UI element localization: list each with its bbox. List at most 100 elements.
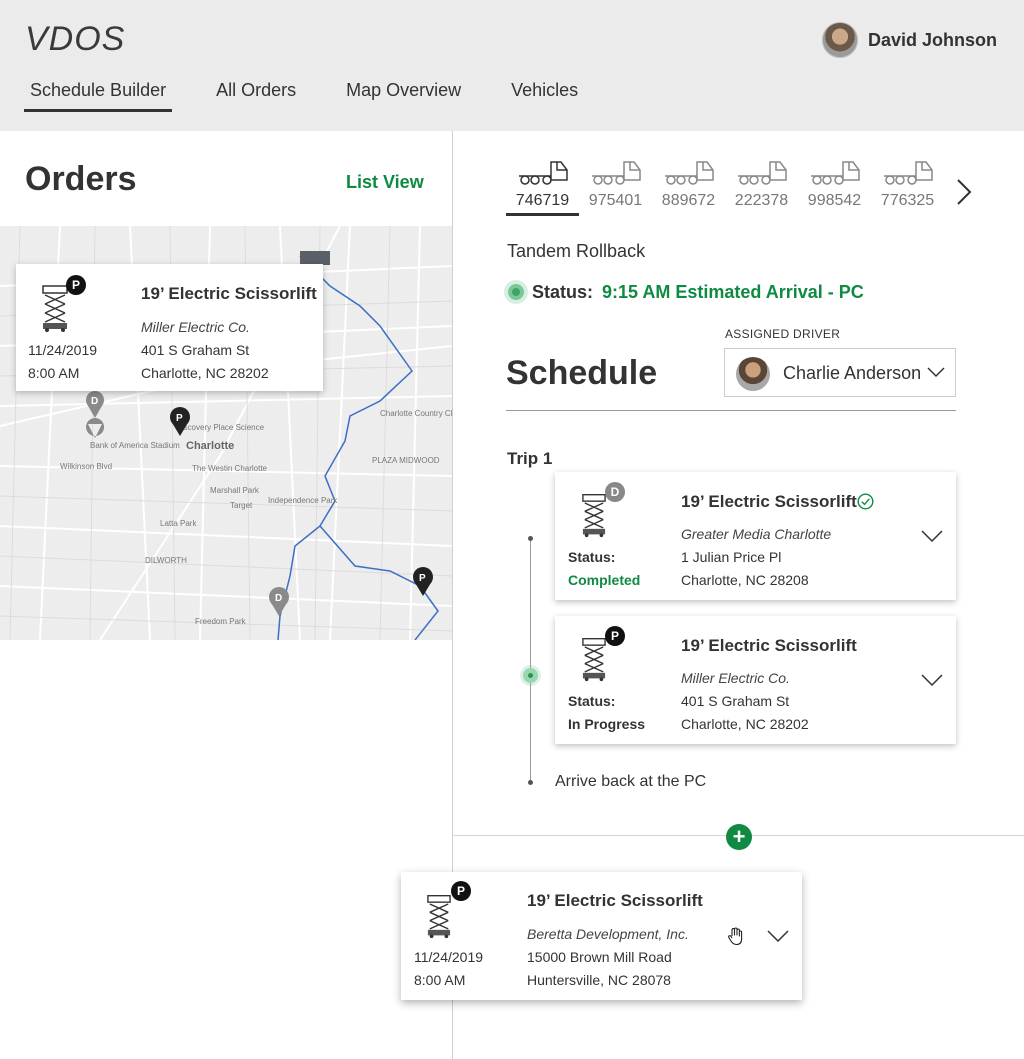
vehicle-tab[interactable]: 998542: [798, 158, 871, 216]
map-label-charlotte: Charlotte: [186, 440, 234, 452]
order-time: 8:00 AM: [28, 365, 80, 381]
schedule-stop-card[interactable]: P 19’ Electric Scissorlift Miller Electr…: [555, 616, 956, 744]
arrive-back-label: Arrive back at the PC: [555, 773, 707, 790]
driver-name: Charlie Anderson: [783, 363, 922, 383]
order-address1: 401 S Graham St: [141, 342, 250, 358]
scissorlift-icon: [42, 285, 68, 332]
chevron-down-icon: [927, 367, 945, 378]
chevron-right-icon[interactable]: [954, 178, 974, 206]
timeline-dot: [528, 536, 533, 541]
truck-icon: [591, 161, 641, 185]
order-address1: 15000 Brown Mill Road: [527, 949, 672, 965]
map-label-discovery: Discovery Place Science: [176, 423, 265, 432]
tab-map-overview[interactable]: Map Overview: [340, 80, 467, 112]
stop-status-label: Status:: [568, 693, 616, 709]
check-circle-icon: [857, 493, 874, 510]
map-label-stadium: Bank of America Stadium: [90, 441, 180, 450]
stop-address2: Charlotte, NC 28208: [681, 572, 809, 588]
vehicle-tab[interactable]: 889672: [652, 158, 725, 216]
vehicle-id: 222378: [734, 192, 789, 209]
svg-text:P: P: [176, 413, 183, 424]
order-company: Beretta Development, Inc.: [527, 926, 689, 942]
vehicle-tab[interactable]: 975401: [579, 158, 652, 216]
order-date: 11/24/2019: [414, 949, 484, 965]
stop-company: Miller Electric Co.: [681, 670, 790, 686]
stop-title: 19’ Electric Scissorlift: [681, 636, 857, 655]
order-title: 19’ Electric Scissorlift: [141, 284, 317, 303]
driver-avatar: [736, 357, 770, 391]
status-indicator-icon: [508, 284, 524, 300]
stop-status-value: In Progress: [568, 716, 646, 732]
trip-label: Trip 1: [507, 449, 553, 468]
list-view-link[interactable]: List View: [346, 172, 424, 193]
vehicle-status-label: Status:: [532, 282, 594, 302]
pickup-badge: P: [451, 881, 471, 901]
tab-all-orders[interactable]: All Orders: [210, 80, 302, 112]
vehicle-tab[interactable]: 746719: [506, 158, 579, 216]
truck-icon: [518, 161, 568, 185]
timeline-active-icon: [523, 668, 538, 683]
vehicle-id: 889672: [661, 192, 716, 209]
schedule-divider: [506, 410, 956, 411]
user-avatar[interactable]: [821, 22, 858, 58]
vehicle-selector: 746719 975401 889672 222378 998542 77632…: [506, 158, 944, 216]
pickup-badge: P: [66, 275, 86, 295]
chevron-down-icon[interactable]: [921, 530, 943, 542]
driver-select[interactable]: Charlie Anderson: [724, 348, 956, 397]
vehicle-id: 776325: [880, 192, 935, 209]
stop-address1: 1 Julian Price Pl: [681, 549, 782, 565]
dragging-order-card[interactable]: P 19’ Electric Scissorlift Beretta Devel…: [401, 872, 802, 1000]
map-label-freedom: Freedom Park: [195, 617, 247, 626]
stop-address2: Charlotte, NC 28202: [681, 716, 809, 732]
order-date: 11/24/2019: [28, 342, 98, 358]
order-company: Miller Electric Co.: [141, 319, 250, 335]
truck-icon: [737, 161, 787, 185]
svg-text:D: D: [91, 396, 98, 407]
order-time: 8:00 AM: [414, 972, 466, 988]
truck-icon: [883, 161, 933, 185]
chevron-down-icon[interactable]: [921, 674, 943, 686]
stop-status-value: Completed: [568, 572, 641, 588]
user-menu[interactable]: David Johnson: [821, 22, 997, 58]
scissorlift-icon: [427, 895, 451, 939]
schedule-stop-card[interactable]: D 19’ Electric Scissorlift Greater Media…: [555, 472, 956, 600]
map-label-target: Target: [230, 501, 253, 510]
truck-icon: [810, 161, 860, 185]
main-nav: Schedule Builder All Orders Map Overview…: [24, 80, 622, 112]
tab-vehicles[interactable]: Vehicles: [505, 80, 584, 112]
order-address2: Charlotte, NC 28202: [141, 365, 269, 381]
map-order-card[interactable]: P 19’ Electric Scissorlift Miller Electr…: [16, 264, 323, 391]
stop-company: Greater Media Charlotte: [681, 526, 832, 542]
stop-address1: 401 S Graham St: [681, 693, 790, 709]
vehicle-type: Tandem Rollback: [507, 241, 646, 261]
trip-timeline: [530, 538, 531, 782]
map-label-plaza: PLAZA MIDWOOD: [372, 456, 440, 465]
orders-title: Orders: [25, 160, 137, 198]
map-label-marshall: Marshall Park: [210, 486, 260, 495]
order-address2: Huntersville, NC 28078: [527, 972, 671, 988]
vehicle-tab[interactable]: 222378: [725, 158, 798, 216]
svg-text:D: D: [275, 593, 282, 604]
user-name[interactable]: David Johnson: [868, 30, 997, 51]
vehicle-tab[interactable]: 776325: [871, 158, 944, 216]
vehicle-id: 975401: [588, 192, 643, 209]
vehicle-status-value: 9:15 AM Estimated Arrival - PC: [602, 282, 864, 302]
scissorlift-icon: [582, 638, 606, 682]
app-header: VDOS David Johnson Schedule Builder All …: [0, 0, 1024, 131]
vehicle-id: 998542: [807, 192, 862, 209]
map-label-latta: Latta Park: [160, 519, 197, 528]
schedule-title: Schedule: [506, 354, 658, 392]
tab-schedule-builder[interactable]: Schedule Builder: [24, 80, 173, 112]
map-label-westin: The Westin Charlotte: [192, 464, 268, 473]
map-label-independence: Independence Park: [268, 496, 338, 505]
map-label-wilkinson: Wilkinson Blvd: [60, 462, 112, 471]
map-label-country-club: Charlotte Country Club: [380, 409, 452, 418]
assigned-driver-label: ASSIGNED DRIVER: [725, 327, 841, 341]
app-logo[interactable]: VDOS: [25, 20, 125, 59]
dropoff-badge: D: [605, 482, 625, 502]
vehicle-id: 746719: [515, 192, 570, 209]
grab-hand-icon[interactable]: [727, 927, 744, 946]
chevron-down-icon[interactable]: [767, 930, 789, 942]
add-trip-button[interactable]: +: [726, 824, 752, 850]
stop-status-label: Status:: [568, 549, 616, 565]
